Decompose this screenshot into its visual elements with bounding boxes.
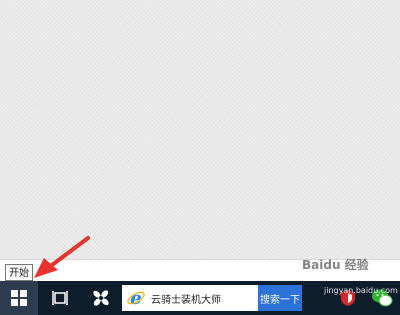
svg-text:e: e (130, 288, 141, 308)
wechat-tray-button[interactable] (368, 281, 396, 315)
antivirus-tray-button[interactable] (336, 281, 360, 315)
search-button[interactable]: 搜索一下 (258, 285, 302, 311)
antivirus-shield-icon (341, 290, 355, 306)
start-button[interactable] (0, 281, 38, 315)
task-view-button[interactable] (44, 281, 78, 315)
start-tooltip: 开始 (5, 264, 33, 281)
fan-app-icon (93, 290, 109, 306)
search-text: 云骑士装机大师 (151, 294, 221, 306)
wechat-icon (372, 289, 393, 307)
ie-icon: e (125, 287, 147, 309)
task-view-icon (52, 291, 68, 305)
browser-search-box[interactable]: e 云骑士装机大师 (122, 285, 258, 311)
fan-app-button[interactable] (86, 281, 116, 315)
annotation-arrow-icon (34, 236, 90, 278)
taskbar: e 云骑士装机大师 搜索一下 (0, 281, 400, 315)
windows-logo-icon (11, 290, 27, 306)
